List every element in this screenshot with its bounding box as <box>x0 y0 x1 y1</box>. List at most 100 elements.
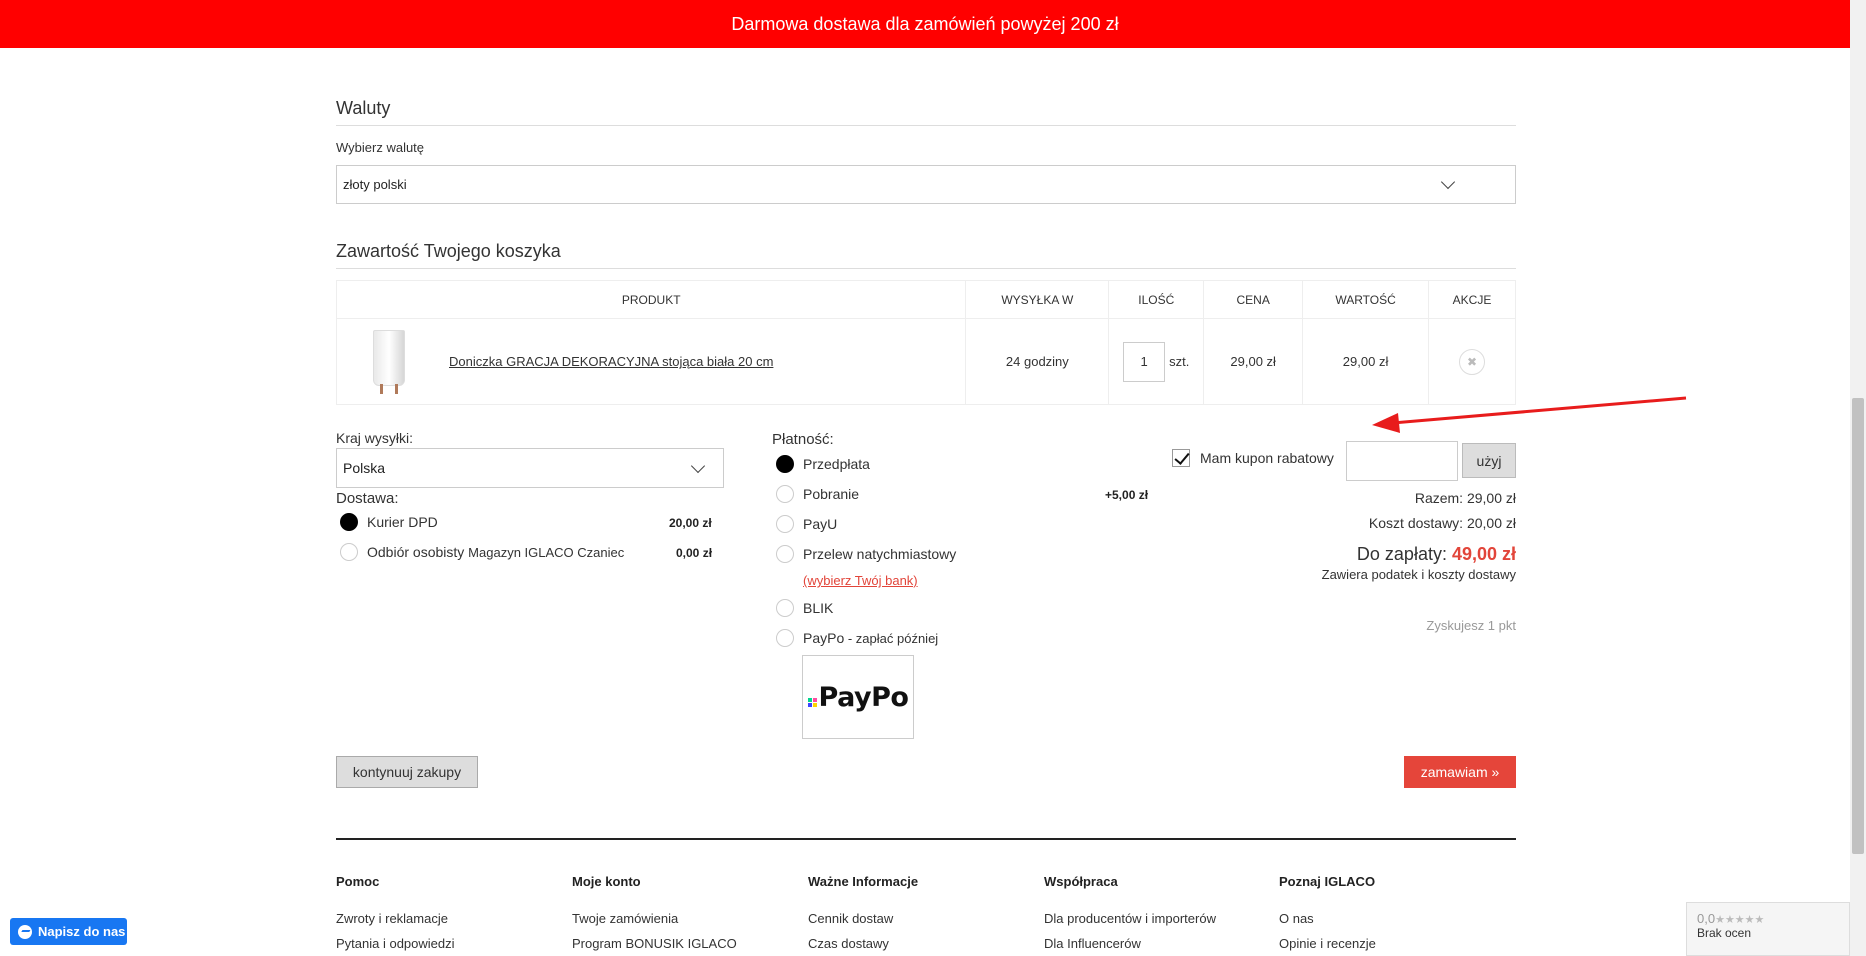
chevron-down-icon <box>1440 174 1456 190</box>
delivery-cost: Koszt dostawy: 20,00 zł <box>1368 515 1516 531</box>
rating-score: 0,0 <box>1697 911 1716 926</box>
payment-option-payu[interactable]: PayU <box>803 516 837 532</box>
payment-option-paypo[interactable]: PayPo - zapłać później <box>803 630 938 646</box>
footer-link[interactable]: Czas dostawy <box>808 936 1028 951</box>
currency-select-label: Wybierz walutę <box>336 140 425 155</box>
rating-stars-icon: ★★★★★ <box>1715 914 1765 926</box>
order-total-amount: 49,00 zł <box>1451 544 1516 564</box>
footer-column-account: Moje konto Twoje zamówienia Program BONU… <box>572 874 792 956</box>
footer-link[interactable]: Twoje zamówienia <box>572 911 792 926</box>
country-label: Kraj wysyłki: <box>336 430 414 446</box>
choose-bank-link[interactable]: (wybierz Twój bank) <box>803 573 918 588</box>
currency-section-title: Waluty <box>336 98 1516 126</box>
footer-heading: Pomoc <box>336 874 380 889</box>
delivery-label: Dostawa: <box>336 490 399 507</box>
payment-label: Płatność: <box>772 431 834 448</box>
remove-item-icon[interactable]: ✖ <box>1459 348 1486 375</box>
cart-section-title: Zawartość Twojego koszyka <box>336 241 1516 269</box>
cart-actions-cell: ✖ <box>1428 318 1516 405</box>
payment-radio-instant-transfer[interactable] <box>776 545 794 563</box>
footer-link[interactable]: Dla producentów i importerów <box>1044 911 1264 926</box>
paypo-dots-icon <box>807 697 817 707</box>
currency-selected-value: złoty polski <box>343 177 407 192</box>
annotation-arrow <box>1372 396 1687 433</box>
cart-row: Doniczka GRACJA DEKORACYJNA stojąca biał… <box>335 318 1516 405</box>
delivery-price-pickup: 0,00 zł <box>676 546 713 560</box>
country-selected-value: Polska <box>343 460 386 476</box>
coupon-label: Mam kupon rabatowy <box>1200 450 1334 466</box>
footer-link[interactable]: Opinie i recenzje <box>1279 936 1499 951</box>
product-thumbnail[interactable] <box>373 329 405 394</box>
col-qty: ILOŚĆ <box>1108 280 1205 319</box>
col-price: CENA <box>1203 280 1304 319</box>
tax-note: Zawiera podatek i koszty dostawy <box>1321 567 1516 582</box>
cart-qty-cell: 1 szt. <box>1108 318 1205 405</box>
payment-radio-prepaid[interactable] <box>776 455 794 473</box>
payment-cod-fee: +5,00 zł <box>1105 488 1149 502</box>
chat-button-label: Napisz do nas <box>38 924 126 939</box>
footer-heading: Ważne Informacje <box>808 874 919 889</box>
order-total-label: Do zapłaty: <box>1356 544 1452 564</box>
messenger-icon <box>18 924 32 939</box>
payment-radio-cod[interactable] <box>776 485 794 503</box>
footer-column-about: Poznaj IGLACO O nas Opinie i recenzje <box>1279 874 1499 956</box>
coupon-checkbox[interactable] <box>1172 449 1190 467</box>
delivery-price-dpd: 20,00 zł <box>669 516 712 530</box>
col-value: WARTOŚĆ <box>1302 280 1430 319</box>
cart-shipping-time: 24 godziny <box>965 318 1110 405</box>
place-order-button[interactable]: zamawiam » <box>1404 756 1516 788</box>
paypo-pay-later-note: - zapłać później <box>844 631 939 646</box>
footer-column-help: Pomoc Zwroty i reklamacje Pytania i odpo… <box>336 874 556 956</box>
quantity-unit: szt. <box>1169 354 1190 369</box>
footer-heading: Moje konto <box>572 874 641 889</box>
footer-heading: Współpraca <box>1044 874 1118 889</box>
footer-link[interactable]: Dla Influencerów <box>1044 936 1264 951</box>
payment-radio-payu[interactable] <box>776 515 794 533</box>
subtotal: Razem: 29,00 zł <box>1414 490 1516 506</box>
country-select[interactable]: Polska <box>336 448 724 488</box>
payment-option-cod[interactable]: Pobranie <box>803 486 859 502</box>
footer-link[interactable]: Zwroty i reklamacje <box>336 911 556 926</box>
delivery-pickup-location: Magazyn IGLACO Czaniec <box>468 545 625 560</box>
order-total: Do zapłaty: 49,00 zł <box>1357 544 1516 565</box>
chevron-down-icon <box>690 458 706 474</box>
col-actions: AKCJE <box>1428 280 1516 319</box>
product-link[interactable]: Doniczka GRACJA DEKORACYJNA stojąca biał… <box>449 354 773 369</box>
quantity-input[interactable]: 1 <box>1123 341 1166 382</box>
footer-link[interactable]: Program BONUSIK IGLACO <box>572 936 792 951</box>
footer-link[interactable]: Cennik dostaw <box>808 911 1028 926</box>
col-product: PRODUKT <box>335 280 967 319</box>
payment-radio-paypo[interactable] <box>776 629 794 647</box>
cart-value: 29,00 zł <box>1302 318 1430 405</box>
delivery-option-dpd[interactable]: Kurier DPD <box>367 514 438 530</box>
paypo-logo: PayPo <box>802 655 914 739</box>
delivery-option-pickup[interactable]: Odbiór osobisty Magazyn IGLACO Czaniec <box>367 544 624 560</box>
continue-shopping-button[interactable]: kontynuuj zakupy <box>336 756 478 788</box>
footer-column-info: Ważne Informacje Cennik dostaw Czas dost… <box>808 874 1028 956</box>
loyalty-points: Zyskujesz 1 pkt <box>1426 618 1516 633</box>
col-shipping: WYSYŁKA W <box>965 280 1110 319</box>
cart-price: 29,00 zł <box>1203 318 1304 405</box>
delivery-radio-pickup[interactable] <box>340 543 358 561</box>
coupon-apply-button[interactable]: użyj <box>1462 443 1516 478</box>
free-shipping-banner: Darmowa dostawa dla zamówień powyżej 200… <box>0 0 1850 48</box>
currency-select[interactable]: złoty polski <box>336 165 1516 204</box>
payment-radio-blik[interactable] <box>776 599 794 617</box>
free-shipping-text: Darmowa dostawa dla zamówień powyżej 200… <box>731 13 1119 34</box>
footer-link[interactable]: O nas <box>1279 911 1499 926</box>
payment-option-instant-transfer[interactable]: Przelew natychmiastowy <box>803 546 956 562</box>
cart-product-cell: Doniczka GRACJA DEKORACYJNA stojąca biał… <box>335 318 967 405</box>
payment-option-prepaid[interactable]: Przedpłata <box>803 456 870 472</box>
footer-link[interactable]: Pytania i odpowiedzi <box>336 936 556 951</box>
coupon-input[interactable] <box>1346 441 1458 481</box>
scrollbar-thumb[interactable] <box>1852 398 1864 854</box>
cart-table: PRODUKT WYSYŁKA W ILOŚĆ CENA WARTOŚĆ AKC… <box>335 280 1516 405</box>
messenger-chat-button[interactable]: Napisz do nas <box>10 918 127 945</box>
paypo-logo-text: PayPo <box>818 681 909 713</box>
footer-heading: Poznaj IGLACO <box>1279 874 1376 889</box>
page-scrollbar[interactable] <box>1850 0 1866 956</box>
delivery-radio-dpd[interactable] <box>340 513 358 531</box>
payment-option-blik[interactable]: BLIK <box>803 600 833 616</box>
footer-divider <box>336 838 1516 840</box>
rating-widget[interactable]: 0,0★★★★★ Brak ocen <box>1686 902 1850 956</box>
